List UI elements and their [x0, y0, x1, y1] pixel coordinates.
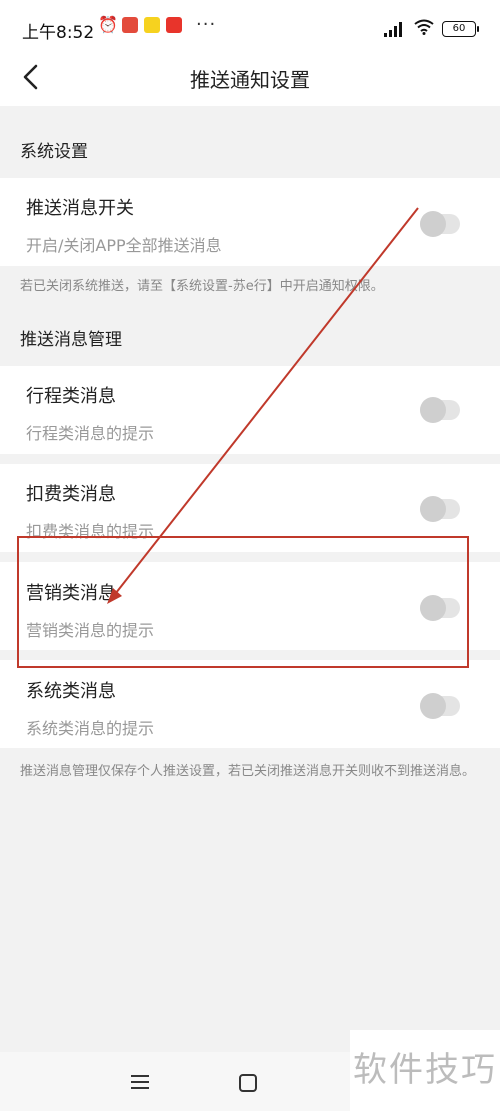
wifi-icon [414, 19, 434, 39]
message-row-fee: 扣费类消息 扣费类消息的提示 [0, 464, 500, 552]
alarm-icon: ⏰ [98, 15, 118, 34]
message-row-subtitle: 营销类消息的提示 [26, 621, 155, 640]
news-app-icon [122, 17, 138, 33]
message-row-title: 扣费类消息 [26, 484, 116, 505]
message-row-subtitle: 扣费类消息的提示 [26, 522, 155, 541]
toggle-knob [420, 496, 446, 522]
push-switch-subtitle: 开启/关闭APP全部推送消息 [26, 236, 222, 255]
home-icon[interactable] [239, 1074, 257, 1092]
message-row-title: 系统类消息 [26, 681, 116, 702]
message-row-title: 行程类消息 [26, 386, 116, 407]
push-switch-title: 推送消息开关 [26, 198, 134, 219]
toggle-knob [420, 397, 446, 423]
trip-message-toggle[interactable] [420, 397, 460, 423]
page-title: 推送通知设置 [190, 68, 310, 92]
watermark: 软件技巧 [350, 1030, 500, 1111]
toggle-knob [420, 693, 446, 719]
yellow-app-icon [144, 17, 160, 33]
push-switch-row: 推送消息开关 开启/关闭APP全部推送消息 [0, 178, 500, 266]
message-row-system: 系统类消息 系统类消息的提示 [0, 660, 500, 748]
message-row-subtitle: 行程类消息的提示 [26, 424, 155, 443]
message-row-subtitle: 系统类消息的提示 [26, 719, 155, 738]
menu-icon[interactable] [130, 1074, 150, 1090]
battery-icon: 60 [442, 21, 479, 37]
nav-bar: 推送通知设置 [0, 44, 500, 106]
toggle-knob [420, 595, 446, 621]
message-row-title: 营销类消息 [26, 583, 116, 604]
toggle-knob [420, 211, 446, 237]
manage-push-note: 推送消息管理仅保存个人推送设置，若已关闭推送消息开关则收不到推送消息。 [20, 764, 476, 779]
marketing-message-toggle[interactable] [420, 595, 460, 621]
fee-message-toggle[interactable] [420, 496, 460, 522]
annotation-overlay [17, 207, 469, 668]
push-switch-toggle[interactable] [420, 211, 460, 237]
system-push-note: 若已关闭系统推送，请至【系统设置-苏e行】中开启通知权限。 [20, 279, 384, 294]
more-notifications-icon: ··· [196, 14, 217, 35]
signal-icon [384, 21, 406, 37]
status-time: 上午8:52 [22, 23, 95, 43]
section-header-system: 系统设置 [20, 142, 88, 162]
message-row-trip: 行程类消息 行程类消息的提示 [0, 366, 500, 454]
status-system-icons: 60 [384, 19, 479, 39]
status-notification-icons: ⏰ [98, 17, 182, 33]
section-header-manage: 推送消息管理 [20, 330, 122, 350]
red-app-icon [166, 17, 182, 33]
system-message-toggle[interactable] [420, 693, 460, 719]
message-row-marketing: 营销类消息 营销类消息的提示 [0, 562, 500, 650]
